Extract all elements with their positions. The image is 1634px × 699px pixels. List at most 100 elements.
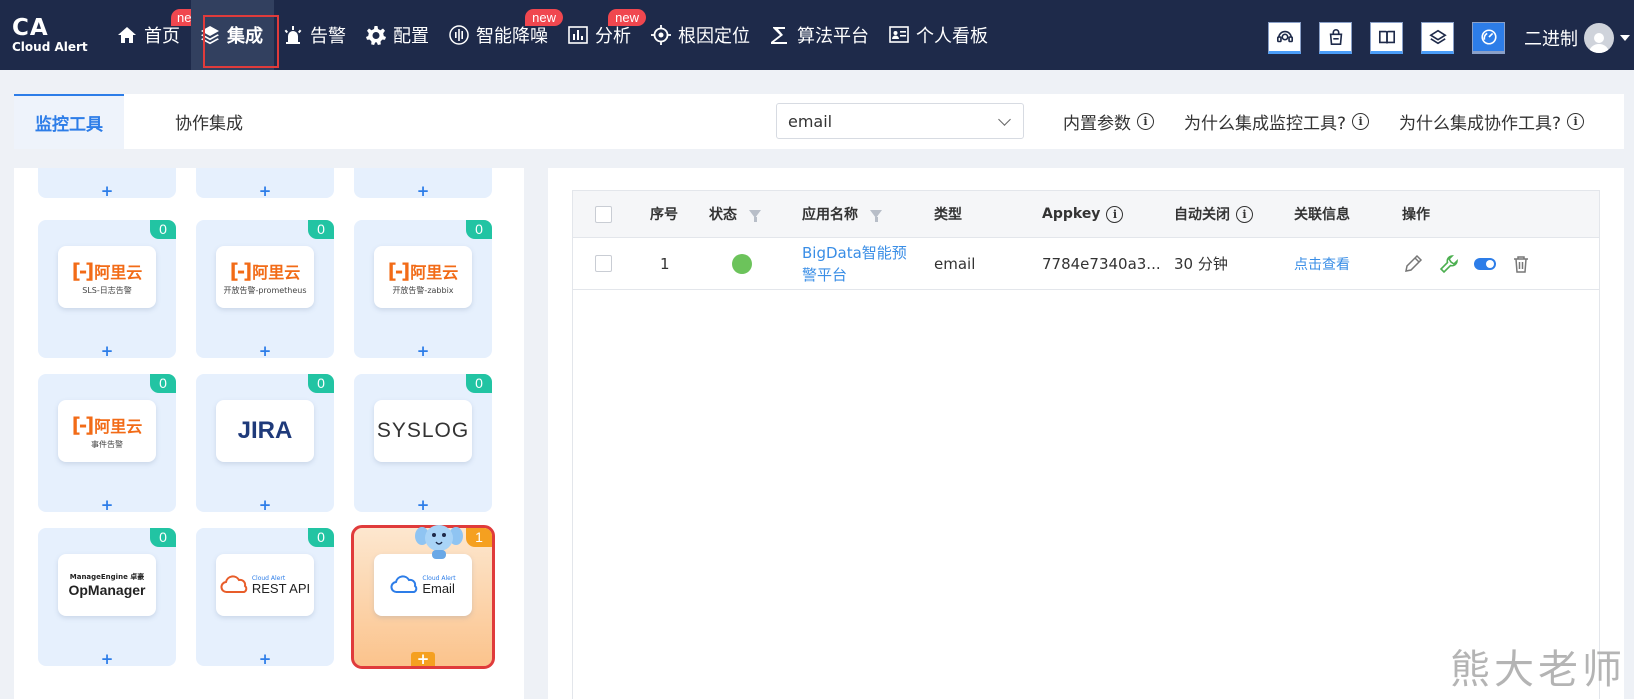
filter-icon[interactable] (749, 210, 761, 222)
why-collab-link[interactable]: 为什么集成协作工具? i (1399, 109, 1585, 134)
integration-card-aliyun-zabbix[interactable]: 0 [-] 阿里云 开放告警-zabbix + (354, 220, 492, 359)
nav-label: 根因定位 (678, 26, 750, 47)
status-indicator (732, 238, 752, 289)
wrench-icon[interactable] (1438, 253, 1460, 275)
integration-card-aliyun-prometheus[interactable]: 0 [-] 阿里云 开放告警-prometheus + (196, 220, 334, 359)
link-label: 为什么集成监控工具? (1184, 114, 1347, 134)
cloud-icon (390, 575, 418, 593)
count-badge: 0 (308, 528, 334, 547)
new-badge: new (525, 9, 563, 26)
integration-card-opmanager[interactable]: 0 ManageEngine 卓豪 OpManager + (38, 528, 176, 667)
add-icon[interactable]: + (253, 498, 277, 513)
integration-card-aliyun-sls[interactable]: 0 [-] 阿里云 SLS-日志告警 + (38, 220, 176, 359)
add-icon[interactable]: + (411, 498, 435, 513)
app-logo[interactable]: CA Cloud Alert (12, 16, 88, 54)
layers-icon (199, 24, 221, 46)
count-badge: 0 (308, 374, 334, 393)
nav-label: 告警 (310, 26, 346, 47)
header-app-name: 应用名称 (802, 191, 882, 237)
enable-toggle[interactable] (1474, 257, 1496, 270)
count-badge: 0 (466, 220, 492, 239)
tab-monitor-tools[interactable]: 监控工具 (14, 94, 124, 149)
tab-collab-integration[interactable]: 协作集成 (159, 94, 259, 149)
info-icon: i (1567, 113, 1585, 130)
count-badge: 0 (466, 374, 492, 393)
info-icon: i (1137, 113, 1154, 130)
nav-item-integration[interactable]: 集成 (191, 0, 274, 70)
help-links: 内置参数 i 为什么集成监控工具? i 为什么集成协作工具? i (1063, 94, 1614, 149)
bag-icon[interactable] (1319, 22, 1352, 54)
nav-item-analysis[interactable]: 分析 new (559, 0, 646, 70)
trash-icon[interactable] (1510, 253, 1532, 275)
count-badge: 1 (466, 528, 492, 547)
row-related-link[interactable]: 点击查看 (1294, 238, 1350, 289)
row-seq: 1 (660, 254, 670, 273)
table-header: 序号 状态 应用名称 类型 Appkey i 自动关闭 i 关联信息 操作 (573, 191, 1599, 238)
toolbar-icons (1268, 22, 1523, 54)
jira-logo: JIRA (216, 400, 314, 462)
integration-card[interactable]: + (38, 168, 176, 199)
book-icon[interactable] (1370, 22, 1403, 54)
integration-card-jira[interactable]: 0 JIRA + (196, 374, 334, 513)
edit-icon[interactable] (1402, 253, 1424, 275)
integration-table: 序号 状态 应用名称 类型 Appkey i 自动关闭 i 关联信息 操作 1 Bi… (572, 190, 1600, 699)
mascot-icon (415, 525, 463, 559)
email-logo: Cloud Alert Email (374, 554, 472, 616)
integration-card[interactable]: + (354, 168, 492, 199)
algorithm-icon (769, 24, 791, 46)
integration-card-rest-api[interactable]: 0 Cloud Alert REST API + (196, 528, 334, 667)
integration-card-aliyun-event[interactable]: 0 [-] 阿里云 事件告警 + (38, 374, 176, 513)
builtin-params-link[interactable]: 内置参数 i (1063, 109, 1154, 134)
nav-item-algorithm[interactable]: 算法平台 (761, 0, 880, 70)
nav-label: 配置 (393, 26, 429, 47)
add-icon[interactable]: + (253, 184, 277, 199)
aliyun-logo: [-] 阿里云 SLS-日志告警 (58, 246, 156, 308)
info-icon[interactable]: i (1106, 205, 1124, 223)
filter-icon[interactable] (870, 210, 882, 222)
nav-label: 算法平台 (797, 26, 869, 47)
user-name: 二进制 (1524, 29, 1578, 50)
add-icon[interactable]: + (95, 344, 119, 359)
why-monitor-link[interactable]: 为什么集成监控工具? i (1184, 109, 1370, 134)
header-status: 状态 (709, 191, 761, 237)
add-icon[interactable]: + (411, 652, 435, 667)
row-checkbox[interactable] (595, 238, 612, 289)
row-app-name[interactable]: BigData智能预警平台 (802, 238, 914, 289)
watermark: 熊大老师 (1450, 647, 1626, 693)
add-icon[interactable]: + (95, 184, 119, 199)
integration-card-syslog[interactable]: 0 SYSLOG + (354, 374, 492, 513)
add-icon[interactable]: + (253, 652, 277, 667)
nav-item-alerts[interactable]: 告警 (274, 0, 357, 70)
add-icon[interactable]: + (253, 344, 277, 359)
header-ops: 操作 (1402, 207, 1430, 223)
gear-icon (365, 24, 387, 46)
select-value: email (788, 111, 833, 131)
integration-card[interactable]: + (196, 168, 334, 199)
main-nav: 首页 ne 集成 告警 配置 智能降噪 new 分析 new 根因定位 算法平台… (108, 0, 999, 70)
user-menu[interactable]: 二进制 (1524, 23, 1630, 53)
aliyun-logo: [-] 阿里云 事件告警 (58, 400, 156, 462)
avatar (1584, 23, 1614, 53)
chevron-down-icon (998, 113, 1011, 126)
add-icon[interactable]: + (411, 184, 435, 199)
logo-subtitle: Cloud Alert (12, 40, 88, 54)
opmanager-logo: ManageEngine 卓豪 OpManager (58, 554, 156, 616)
nav-item-root-cause[interactable]: 根因定位 (642, 0, 761, 70)
header-seq: 序号 (650, 207, 678, 223)
add-icon[interactable]: + (411, 344, 435, 359)
tool-search-select[interactable]: email (776, 103, 1024, 139)
nav-item-dashboard[interactable]: 个人看板 (880, 0, 999, 70)
add-icon[interactable]: + (95, 498, 119, 513)
layers-icon[interactable] (1421, 22, 1454, 54)
nav-item-config[interactable]: 配置 (357, 0, 440, 70)
add-icon[interactable]: + (95, 652, 119, 667)
header-appkey: Appkey i (1042, 191, 1124, 237)
speed-icon[interactable] (1472, 22, 1505, 54)
support-icon[interactable] (1268, 22, 1301, 54)
select-all-checkbox[interactable] (595, 191, 612, 237)
info-icon[interactable]: i (1236, 205, 1253, 223)
nav-item-home[interactable]: 首页 ne (108, 0, 199, 70)
nav-item-noise-reduction[interactable]: 智能降噪 new (440, 0, 563, 70)
link-label: 为什么集成协作工具? (1399, 114, 1562, 134)
rest-api-logo: Cloud Alert REST API (216, 554, 314, 616)
